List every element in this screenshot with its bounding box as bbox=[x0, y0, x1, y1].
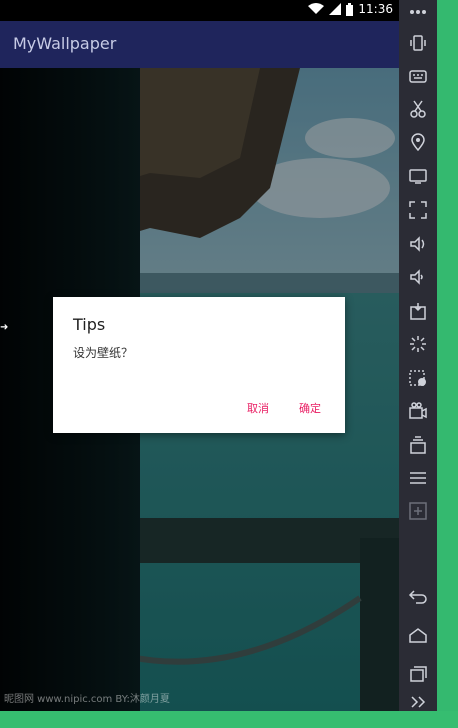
camera-icon[interactable] bbox=[406, 399, 430, 423]
arrow-icon: ➜ bbox=[0, 322, 9, 333]
apk-install-icon[interactable] bbox=[406, 299, 430, 323]
menu-icon[interactable] bbox=[406, 466, 430, 490]
screen-icon[interactable] bbox=[406, 164, 430, 188]
volume-down-icon[interactable] bbox=[406, 265, 430, 289]
emulator-frame-bottom bbox=[0, 711, 458, 728]
add-icon[interactable] bbox=[406, 499, 430, 523]
location-icon[interactable] bbox=[406, 130, 430, 154]
wallpaper-watermark: 昵图网 www.nipic.com BY:沐颜月夏 bbox=[4, 694, 170, 705]
status-bar: 11:36 bbox=[0, 0, 399, 21]
confirm-button[interactable]: 确定 bbox=[299, 400, 321, 416]
loading-icon[interactable] bbox=[406, 332, 430, 356]
volume-up-icon[interactable] bbox=[406, 232, 430, 256]
record-icon[interactable] bbox=[406, 366, 430, 390]
android-screen: 昵图网 www.nipic.com BY:沐颜月夏 ➜ 11:36 MyWall… bbox=[0, 0, 399, 711]
more-icon[interactable] bbox=[406, 0, 430, 24]
app-bar: MyWallpaper bbox=[0, 21, 399, 68]
dialog-message: 设为壁纸？ bbox=[73, 346, 134, 360]
back-icon[interactable] bbox=[406, 584, 430, 608]
home-icon[interactable] bbox=[406, 624, 430, 648]
screenshot-icon[interactable] bbox=[406, 97, 430, 121]
emulator-frame bbox=[437, 0, 458, 711]
signal-icon bbox=[329, 3, 342, 15]
battery-icon bbox=[346, 2, 354, 16]
dialog-title: Tips bbox=[73, 315, 106, 334]
emulator-toolbar bbox=[399, 0, 437, 711]
cancel-button[interactable]: 取消 bbox=[247, 400, 269, 416]
app-title: MyWallpaper bbox=[13, 34, 117, 53]
multi-instance-icon[interactable] bbox=[406, 433, 430, 457]
dialog-actions: 取消 确定 bbox=[247, 400, 321, 416]
recents-icon[interactable] bbox=[406, 662, 430, 686]
wifi-icon bbox=[308, 3, 325, 14]
set-wallpaper-dialog: Tips 设为壁纸？ 取消 确定 bbox=[53, 297, 345, 433]
fullscreen-icon[interactable] bbox=[406, 198, 430, 222]
keyboard-icon[interactable] bbox=[406, 64, 430, 88]
shake-icon[interactable] bbox=[406, 31, 430, 55]
status-time: 11:36 bbox=[358, 2, 393, 16]
